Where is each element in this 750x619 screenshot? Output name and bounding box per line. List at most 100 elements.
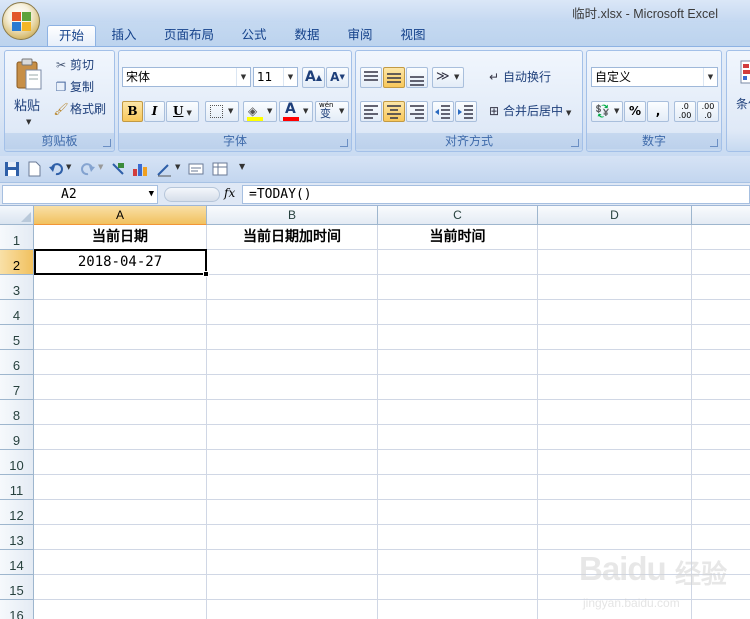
row-header-5[interactable]: 5 — [0, 325, 34, 350]
save-icon[interactable] — [4, 161, 20, 177]
format-painter-button[interactable]: 🖌格式刷 — [51, 99, 115, 120]
name-box[interactable]: A2 ▼ — [2, 185, 158, 204]
number-launcher-icon[interactable] — [710, 139, 718, 147]
insert-function-icon[interactable]: fx — [224, 186, 235, 200]
formula-bar: A2 ▼ fx =TODAY() — [0, 183, 750, 206]
borders-button[interactable]: ▼ — [205, 101, 239, 122]
cell-b1[interactable]: 当前日期加时间 — [207, 225, 377, 250]
comma-style-button[interactable]: , — [647, 101, 669, 122]
row-header-15[interactable]: 15 — [0, 575, 34, 600]
paste-button[interactable]: 粘贴 ▼ — [8, 54, 48, 126]
row-header-12[interactable]: 12 — [0, 500, 34, 525]
increase-decimal-button[interactable]: .0 .00 — [674, 101, 696, 122]
row-header-11[interactable]: 11 — [0, 475, 34, 500]
formula-input[interactable]: =TODAY() — [242, 185, 750, 204]
column-header-c[interactable]: C — [378, 206, 538, 225]
undo-icon[interactable] — [48, 161, 64, 177]
chart-icon[interactable] — [132, 161, 148, 177]
column-header-a[interactable]: A — [34, 206, 207, 225]
row-header-14[interactable]: 14 — [0, 550, 34, 575]
redo-dropdown-icon[interactable]: ▼ — [98, 163, 103, 171]
row-header-2[interactable]: 2 — [0, 250, 34, 275]
column-header-d[interactable]: D — [538, 206, 692, 225]
align-left-button[interactable] — [360, 101, 382, 122]
merge-center-button[interactable]: ⊞ 合并后居中 ▼ — [484, 101, 580, 122]
tab-review[interactable]: 审阅 — [340, 25, 380, 46]
shrink-font-button[interactable]: A▼ — [326, 67, 349, 88]
copy-button[interactable]: ❐ 复制 — [51, 77, 111, 98]
fill-color-button[interactable]: ◈ ▼ — [243, 101, 277, 122]
accounting-format-button[interactable]: 💱 ▼ — [591, 101, 623, 122]
align-left-icon — [364, 105, 378, 119]
gridline — [34, 399, 750, 400]
cut-button[interactable]: ✂ 剪切 — [51, 55, 111, 76]
row-header-7[interactable]: 7 — [0, 375, 34, 400]
grow-font-button[interactable]: A▲ — [302, 67, 325, 88]
decrease-decimal-button[interactable]: .00 .0 — [697, 101, 719, 122]
underline-icon: U — [173, 104, 184, 118]
column-header-b[interactable]: B — [207, 206, 378, 225]
clipboard-group-label: 剪贴板 — [5, 133, 114, 149]
clipboard-launcher-icon[interactable] — [103, 139, 111, 147]
bold-button[interactable]: B — [122, 101, 143, 122]
row-header-9[interactable]: 9 — [0, 425, 34, 450]
align-center-icon — [387, 105, 401, 119]
redo-icon[interactable] — [80, 161, 96, 177]
office-button[interactable] — [2, 2, 40, 40]
copy-label: 复制 — [70, 80, 95, 94]
row-header-8[interactable]: 8 — [0, 400, 34, 425]
font-color-button[interactable]: A ▼ — [279, 101, 313, 122]
select-all-button[interactable] — [0, 206, 34, 225]
tab-view[interactable]: 视图 — [393, 25, 433, 46]
conditional-format-button[interactable]: 条件 — [730, 54, 750, 114]
phonetic-button[interactable]: wén 变 ▼ — [315, 101, 349, 122]
undo-dropdown-icon[interactable]: ▼ — [66, 163, 71, 171]
row-header-16[interactable]: 16 — [0, 600, 34, 619]
number-format-select[interactable]: 自定义 ▼ — [591, 67, 718, 87]
row-header-3[interactable]: 3 — [0, 275, 34, 300]
decrease-indent-button[interactable] — [432, 101, 454, 122]
align-bottom-button[interactable] — [406, 67, 428, 88]
fill-color-swatch — [247, 117, 263, 121]
wrap-text-button[interactable]: ↵ 自动换行 — [484, 67, 580, 88]
font-launcher-icon[interactable] — [340, 139, 348, 147]
tab-home[interactable]: 开始 — [47, 25, 96, 46]
borders-icon — [210, 105, 223, 118]
font-name-select[interactable]: 宋体 ▼ — [122, 67, 251, 87]
table-icon[interactable] — [212, 161, 228, 177]
row-header-4[interactable]: 4 — [0, 300, 34, 325]
formula-bar-resize-handle[interactable] — [164, 187, 220, 202]
align-right-button[interactable] — [406, 101, 428, 122]
align-top-button[interactable] — [360, 67, 382, 88]
sort-icon[interactable] — [110, 161, 126, 177]
font-size-select[interactable]: 11 ▼ — [253, 67, 298, 87]
underline-button[interactable]: U ▼ — [166, 101, 199, 122]
tab-insert[interactable]: 插入 — [103, 25, 145, 46]
column-header-e[interactable] — [692, 206, 750, 225]
drawing-icon[interactable] — [156, 161, 172, 177]
fill-handle[interactable] — [203, 271, 209, 277]
row-header-10[interactable]: 10 — [0, 450, 34, 475]
alignment-launcher-icon[interactable] — [571, 139, 579, 147]
form-icon[interactable] — [188, 161, 204, 177]
gridline — [34, 424, 750, 425]
align-middle-button[interactable] — [383, 67, 405, 88]
worksheet-grid[interactable]: A B C D 1 2 3 4 5 6 7 8 9 10 11 12 13 14… — [0, 206, 750, 619]
row-header-1[interactable]: 1 — [0, 225, 34, 250]
chevron-down-icon: ▼ — [703, 68, 717, 86]
cell-c1[interactable]: 当前时间 — [378, 225, 537, 250]
tab-formulas[interactable]: 公式 — [234, 25, 274, 46]
align-center-button[interactable] — [383, 101, 405, 122]
row-header-13[interactable]: 13 — [0, 525, 34, 550]
orientation-button[interactable]: ≫ ▼ — [432, 67, 464, 88]
new-document-icon[interactable] — [26, 161, 42, 177]
customize-toolbar-icon[interactable]: ▼ — [239, 162, 245, 171]
percent-button[interactable]: % — [624, 101, 646, 122]
italic-button[interactable]: I — [144, 101, 165, 122]
drawing-dropdown-icon[interactable]: ▼ — [175, 163, 180, 171]
row-header-6[interactable]: 6 — [0, 350, 34, 375]
increase-indent-button[interactable] — [455, 101, 477, 122]
tab-data[interactable]: 数据 — [287, 25, 327, 46]
cell-a1[interactable]: 当前日期 — [34, 225, 206, 250]
tab-page-layout[interactable]: 页面布局 — [158, 25, 220, 46]
